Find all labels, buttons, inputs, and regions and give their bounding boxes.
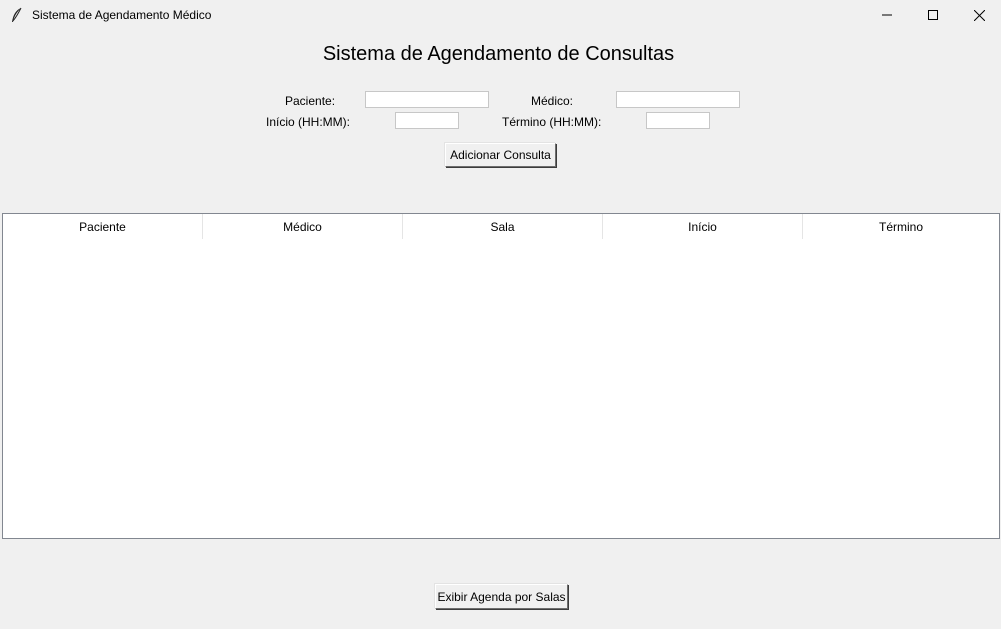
table-header: Paciente Médico Sala Início Término	[3, 214, 999, 239]
minimize-button[interactable]	[864, 0, 910, 30]
maximize-button[interactable]	[910, 0, 956, 30]
column-header-sala[interactable]: Sala	[403, 214, 603, 239]
termino-label: Término (HH:MM):	[502, 115, 602, 129]
minimize-icon	[882, 10, 892, 20]
window-titlebar: Sistema de Agendamento Médico	[0, 0, 1001, 30]
termino-input[interactable]	[646, 112, 710, 129]
column-header-termino[interactable]: Término	[803, 214, 999, 239]
column-header-medico[interactable]: Médico	[203, 214, 403, 239]
paciente-label: Paciente:	[285, 94, 336, 108]
feather-icon	[10, 7, 24, 23]
inicio-input[interactable]	[395, 112, 459, 129]
page-title: Sistema de Agendamento de Consultas	[322, 43, 675, 65]
add-consulta-button[interactable]: Adicionar Consulta	[445, 143, 556, 167]
inicio-label: Início (HH:MM):	[266, 115, 350, 129]
appointments-table[interactable]: Paciente Médico Sala Início Término	[2, 213, 1000, 539]
paciente-input[interactable]	[365, 91, 489, 108]
table-body[interactable]	[3, 239, 999, 538]
close-button[interactable]	[956, 0, 1001, 30]
show-rooms-schedule-button-label: Exibir Agenda por Salas	[437, 589, 566, 604]
add-consulta-button-label: Adicionar Consulta	[450, 148, 551, 162]
medico-input[interactable]	[616, 91, 740, 108]
medico-label: Médico:	[531, 94, 574, 108]
maximize-icon	[928, 10, 938, 20]
column-header-inicio[interactable]: Início	[603, 214, 803, 239]
show-rooms-schedule-button[interactable]: Exibir Agenda por Salas	[435, 584, 568, 609]
close-icon	[973, 9, 985, 21]
window-title: Sistema de Agendamento Médico	[32, 8, 212, 22]
column-header-paciente[interactable]: Paciente	[3, 214, 203, 239]
